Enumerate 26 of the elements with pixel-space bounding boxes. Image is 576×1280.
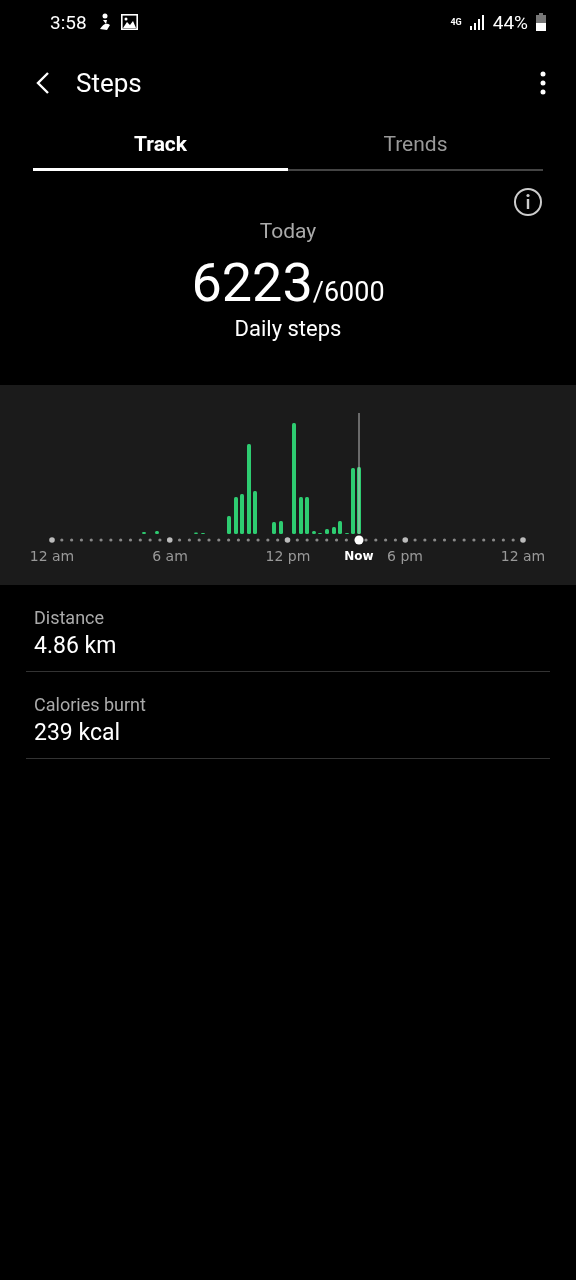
- metric-value: 239 kcal: [34, 719, 122, 746]
- gallery-icon: [120, 14, 138, 30]
- signal-icon: [469, 14, 485, 30]
- status-time: 3:58: [50, 10, 87, 34]
- tab[interactable]: Track: [33, 122, 288, 171]
- battery-percent: 44%: [492, 10, 528, 34]
- time-axis-label: Now: [344, 549, 374, 563]
- tab[interactable]: Trends: [288, 122, 543, 171]
- metric-label: Calories burnt: [34, 694, 147, 715]
- info-icon[interactable]: [513, 187, 543, 217]
- metric-label: Distance: [34, 607, 106, 628]
- time-axis-label: 6 am: [152, 548, 188, 564]
- more-options-icon[interactable]: [540, 71, 546, 95]
- steps-caption: Daily steps: [234, 316, 342, 341]
- time-axis-label: 12 am: [29, 548, 75, 564]
- network-type: 4G: [450, 17, 462, 27]
- time-axis-label: 6 pm: [387, 548, 423, 564]
- step-count: 6223: [191, 251, 313, 314]
- step-goal: /6000: [312, 276, 385, 308]
- time-axis-label: 12 pm: [265, 548, 311, 564]
- page-title: Steps: [76, 68, 143, 98]
- period-label: Today: [259, 219, 317, 243]
- battery-icon: [536, 13, 546, 31]
- time-axis-label: 12 am: [500, 548, 546, 564]
- back-icon[interactable]: [36, 71, 50, 95]
- metric-value: 4.86 km: [34, 632, 118, 659]
